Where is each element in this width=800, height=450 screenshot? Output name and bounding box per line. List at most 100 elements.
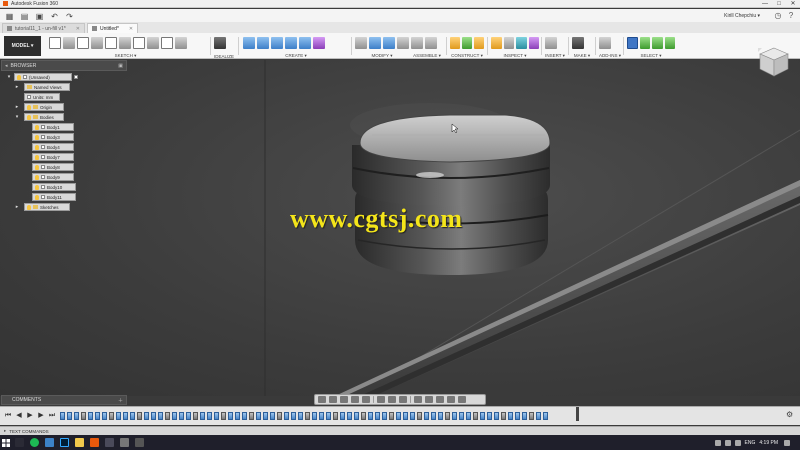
measure-icon[interactable] (491, 37, 502, 49)
timeline-feature-icon[interactable] (81, 412, 86, 420)
pin-panel-icon[interactable]: ▣ (118, 63, 123, 69)
timeline-feature-icon[interactable] (263, 412, 268, 420)
visibility-bulb-icon[interactable] (35, 174, 39, 180)
go-to-start-icon[interactable]: ⏮ (4, 412, 12, 420)
timeline-feature-icon[interactable] (305, 412, 310, 420)
make-menu[interactable]: MAKE ▾ (571, 53, 593, 59)
timeline-feature-icon[interactable] (60, 412, 65, 420)
timeline-feature-icon[interactable] (74, 412, 79, 420)
minimize-button[interactable]: — (758, 0, 772, 8)
timeline-feature-icon[interactable] (522, 412, 527, 420)
tree-item[interactable]: Body9 (6, 172, 126, 182)
axis-icon[interactable] (474, 37, 484, 49)
visibility-bulb-icon[interactable] (35, 164, 39, 170)
active-component-icon[interactable] (74, 75, 78, 79)
visibility-bulb-icon[interactable] (35, 184, 39, 190)
tree-item[interactable]: ▸ Origin (6, 102, 126, 112)
timeline-feature-icon[interactable] (144, 412, 149, 420)
spotify-icon[interactable] (30, 438, 39, 447)
visual-style-icon[interactable] (414, 396, 422, 403)
timeline-feature-icon[interactable] (95, 412, 100, 420)
line-icon[interactable] (63, 37, 75, 49)
joint-icon[interactable] (411, 37, 423, 49)
timeline-feature-icon[interactable] (249, 412, 254, 420)
timeline-feature-icon[interactable] (165, 412, 170, 420)
timeline-marker[interactable] (576, 407, 579, 421)
timeline-feature-icon[interactable] (312, 412, 317, 420)
expand-arrow-icon[interactable]: ▾ (6, 74, 12, 80)
timeline-feature-icon[interactable] (431, 412, 436, 420)
fit-icon[interactable] (362, 396, 370, 403)
tree-node[interactable]: Body4 (32, 143, 74, 151)
timeline-feature-icon[interactable] (242, 412, 247, 420)
assemble-menu[interactable]: ASSEMBLE ▾ (410, 53, 444, 59)
collapse-icon[interactable]: ◂ (5, 63, 8, 69)
save-icon[interactable]: ▣ (34, 11, 45, 21)
file-menu-icon[interactable]: ▤ (19, 11, 30, 21)
notifications-icon[interactable] (784, 439, 790, 446)
window-select-icon[interactable] (639, 37, 651, 49)
section-analysis-icon[interactable] (516, 37, 527, 49)
tree-node[interactable]: Origin (24, 103, 64, 111)
zebra-analysis-icon[interactable] (528, 37, 539, 49)
tab-tutorial[interactable]: tutorial11_1 - un-fill v1* ✕ (2, 23, 85, 33)
photoshop-icon[interactable] (60, 438, 69, 447)
timeline-feature-icon[interactable] (417, 412, 422, 420)
timeline-feature-icon[interactable] (354, 412, 359, 420)
battery-icon[interactable] (734, 439, 741, 446)
timeline-feature-icon[interactable] (214, 412, 219, 420)
offset-plane-icon[interactable] (450, 37, 460, 49)
pan-icon[interactable] (340, 396, 348, 403)
data-panel-grid-icon[interactable]: ▦ (4, 11, 15, 21)
tree-item[interactable]: Body1 (6, 122, 126, 132)
arc-icon[interactable] (77, 37, 89, 49)
press-pull-icon[interactable] (355, 37, 367, 49)
timeline-feature-icon[interactable] (515, 412, 520, 420)
tree-item[interactable]: Body4 (6, 142, 126, 152)
workspace-switcher-button[interactable]: MODEL ▾ (4, 36, 41, 56)
timeline-feature-icon[interactable] (186, 412, 191, 420)
redo-icon[interactable]: ↷ (64, 11, 75, 21)
tree-node[interactable]: (Unsaved) (14, 73, 72, 81)
visibility-bulb-icon[interactable] (27, 204, 31, 210)
shell-icon[interactable] (383, 37, 395, 49)
timeline-feature-icon[interactable] (466, 412, 471, 420)
timeline-feature-icon[interactable] (368, 412, 373, 420)
timeline-feature-icon[interactable] (270, 412, 275, 420)
look-at-icon[interactable] (329, 396, 337, 403)
fillet-sketch-icon[interactable] (119, 37, 131, 49)
close-tab-icon[interactable]: ✕ (129, 24, 133, 34)
timeline-feature-icon[interactable] (494, 412, 499, 420)
timeline-feature-icon[interactable] (424, 412, 429, 420)
move-icon[interactable] (271, 37, 283, 49)
tree-item[interactable]: Body7 (6, 152, 126, 162)
timeline-feature-icon[interactable] (130, 412, 135, 420)
language-indicator[interactable]: ENG (745, 440, 756, 446)
timeline-feature-icon[interactable] (501, 412, 506, 420)
expand-arrow-icon[interactable]: ▸ (14, 104, 20, 110)
selection-filter-icon[interactable] (664, 37, 676, 49)
timeline-feature-icon[interactable] (410, 412, 415, 420)
app-icon[interactable] (135, 438, 144, 447)
scripts-icon[interactable] (599, 37, 611, 49)
close-tab-icon[interactable]: ✕ (76, 24, 80, 34)
timeline-feature-icon[interactable] (207, 412, 212, 420)
timeline-feature-icon[interactable] (508, 412, 513, 420)
visibility-bulb-icon[interactable] (35, 134, 39, 140)
effects-icon[interactable] (436, 396, 444, 403)
visibility-bulb-icon[interactable] (35, 144, 39, 150)
timeline-feature-icon[interactable] (179, 412, 184, 420)
timeline-feature-icon[interactable] (172, 412, 177, 420)
inspect-menu[interactable]: INSPECT ▾ (490, 53, 540, 59)
expand-arrow-icon[interactable]: ▸ (14, 204, 20, 210)
timeline-feature-icon[interactable] (284, 412, 289, 420)
timeline-feature-icon[interactable] (116, 412, 121, 420)
tree-node[interactable]: Body3 (32, 133, 74, 141)
timeline-feature-icon[interactable] (326, 412, 331, 420)
timeline-feature-icon[interactable] (109, 412, 114, 420)
interference-icon[interactable] (503, 37, 514, 49)
fillet-icon[interactable] (369, 37, 381, 49)
object-visibility-icon[interactable] (447, 396, 455, 403)
timeline-feature-icon[interactable] (347, 412, 352, 420)
circle-icon[interactable] (147, 37, 159, 49)
